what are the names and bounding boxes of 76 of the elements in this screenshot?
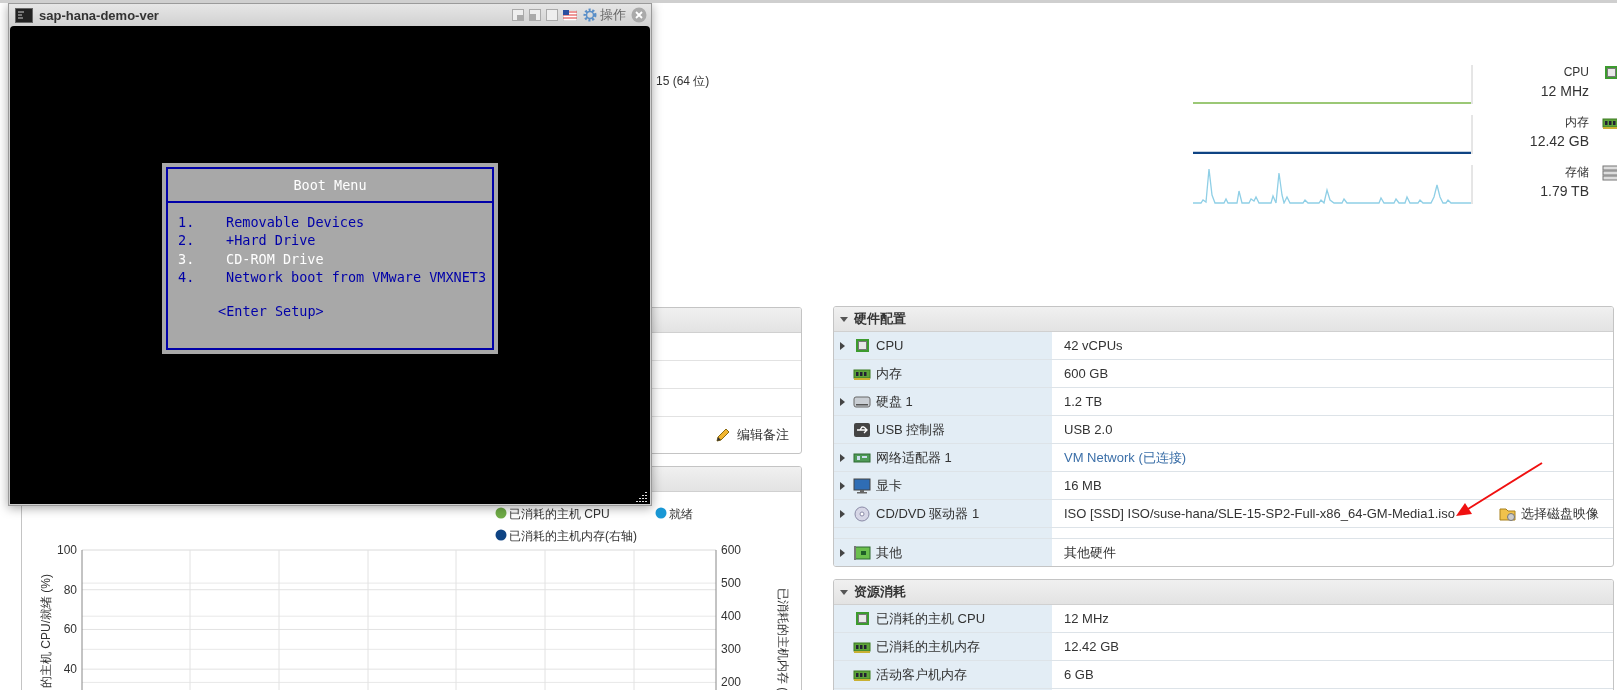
stat-value: 12 MHz — [1540, 83, 1589, 100]
property-value: USB 2.0 — [1064, 422, 1113, 437]
select-image-button[interactable]: 选择磁盘映像 — [1499, 504, 1599, 523]
stat-value: 12.42 GB — [1529, 133, 1589, 150]
expand-arrow-icon[interactable] — [840, 341, 846, 350]
property-value: 16 MB — [1064, 478, 1102, 493]
axis-tick-label: 100 — [56, 543, 77, 557]
expand-arrow-icon[interactable] — [840, 509, 846, 518]
expand-arrow-icon[interactable] — [840, 548, 846, 557]
flag-icon[interactable] — [563, 9, 577, 21]
memory-module-icon — [1602, 115, 1617, 131]
property-label: USB 控制器 — [876, 420, 946, 439]
property-label: 内存 — [876, 364, 902, 383]
circuit-board-icon — [853, 544, 871, 561]
axis-tick-label: 400 — [721, 609, 742, 624]
axis-tick-label: 500 — [721, 576, 742, 591]
edit-notes-button[interactable]: 编辑备注 — [715, 424, 789, 446]
stat-value: 1.79 TB — [1540, 183, 1589, 200]
property-label: 显卡 — [876, 476, 902, 495]
panel-header[interactable]: 硬件配置 — [834, 307, 1613, 332]
expand-arrow-icon[interactable] — [840, 481, 846, 490]
stat-label: CPU — [1563, 65, 1589, 80]
chip-icon — [853, 337, 871, 354]
chip-icon — [853, 610, 871, 627]
expand-arrow-icon[interactable] — [840, 397, 846, 406]
property-label: CPU — [876, 338, 904, 353]
property-label: CD/DVD 驱动器 1 — [876, 504, 980, 523]
property-label: 其他 — [876, 543, 902, 562]
os-version-text: 15 (64 位) — [656, 73, 710, 88]
resize-grip-icon[interactable] — [636, 490, 648, 502]
boot-menu-title: Boot Menu — [293, 176, 367, 193]
property-value: 其他硬件 — [1064, 543, 1116, 562]
axis-tick-label: 40 — [63, 662, 77, 677]
console-screen[interactable]: Boot Menu 1. Removable Devices 2. +Hard Drive 3. CD-ROM Drive 4. Network boot from VMware VMXNET3 <Enter Setup> — [10, 26, 650, 504]
expand-arrow-icon[interactable] — [840, 453, 846, 462]
property-value: 12 MHz — [1064, 611, 1109, 626]
actions-menu-button[interactable]: 操作 — [582, 6, 626, 24]
legend-label: 已消耗的主机内存(右轴) — [509, 528, 637, 543]
window-title: sap-hana-demo-ver — [39, 7, 159, 23]
property-label: 网络适配器 1 — [876, 448, 952, 467]
storage-stack-icon — [1602, 165, 1617, 181]
boot-option[interactable]: 4. Network boot from VMware VMXNET3 — [178, 268, 492, 287]
stat-label: 存储 — [1565, 165, 1589, 180]
caret-icon[interactable] — [840, 588, 848, 596]
axis-tick-label: 600 — [721, 543, 742, 557]
panel-header[interactable]: 资源消耗 — [834, 580, 1613, 605]
enter-setup-option[interactable]: <Enter Setup> — [218, 302, 492, 319]
pencil-icon — [715, 427, 731, 443]
legend-label: 已消耗的主机 CPU — [509, 506, 610, 521]
axis-tick-label: 300 — [721, 642, 742, 657]
axis-tick-label: 60 — [63, 622, 77, 637]
stat-label: 内存 — [1565, 115, 1589, 130]
property-label: 已消耗的主机 CPU — [876, 609, 986, 628]
usb-icon — [853, 421, 871, 438]
property-label: 活动客户机内存 — [876, 665, 967, 684]
property-value: 12.42 GB — [1064, 639, 1119, 654]
property-value: 600 GB — [1064, 366, 1109, 381]
property-value: 6 GB — [1064, 667, 1094, 682]
boot-option[interactable]: 1. Removable Devices — [178, 212, 492, 231]
property-label: 硬盘 1 — [876, 392, 913, 411]
property-value: ISO [SSD] ISO/suse-hana/SLE-15-SP2-Full-x86_64-GM-Media1.iso — [1064, 506, 1455, 521]
chip-icon — [1602, 65, 1617, 81]
network-link[interactable]: VM Network (已连接) — [1064, 448, 1187, 467]
disc-icon — [853, 505, 871, 522]
property-value: 1.2 TB — [1064, 394, 1103, 409]
terminal-icon — [15, 7, 33, 23]
monitor-icon — [853, 477, 871, 494]
caret-icon[interactable] — [840, 315, 848, 323]
property-value: 42 vCPUs — [1064, 338, 1123, 353]
axis-title: 的主机 CPU/就绪 (%) — [39, 574, 53, 688]
property-label: 已消耗的主机内存 — [876, 637, 980, 656]
axis-tick-label: 200 — [721, 675, 742, 690]
gear-icon — [582, 7, 598, 23]
legend-label: 就绪 — [669, 506, 693, 521]
axis-tick-label: 80 — [63, 582, 77, 597]
boot-option[interactable]: 2. +Hard Drive — [178, 231, 492, 250]
